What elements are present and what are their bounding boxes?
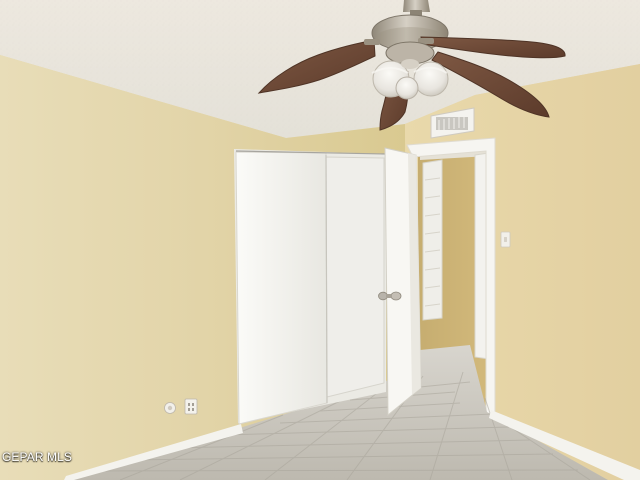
listing-watermark: GEPAR MLS	[2, 450, 73, 464]
light-switch-icon[interactable]	[500, 231, 511, 248]
room-photo: GEPAR MLS	[0, 0, 640, 480]
room-photo-canvas	[0, 0, 640, 480]
hallway-closet-door	[422, 159, 443, 321]
closet-sliding-door-right[interactable]	[325, 156, 385, 398]
closet-sliding-door-left[interactable]	[235, 151, 328, 425]
